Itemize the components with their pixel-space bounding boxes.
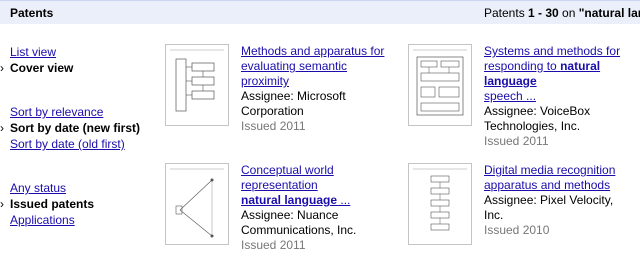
patent-cover-thumbnail[interactable] [408, 44, 472, 126]
selected-marker-icon: › [0, 197, 4, 211]
patent-title-link[interactable]: Conceptual world representation natural l… [241, 163, 350, 207]
option-sort-date-old: Sort by date (old first) [10, 136, 150, 152]
patent-cover-thumbnail[interactable] [165, 163, 229, 245]
patent-drawing-icon [413, 168, 467, 231]
patent-drawing-icon [170, 49, 224, 112]
option-sort-date-new: › Sort by date (new first) [0, 120, 150, 136]
patent-issued-date: Issued 2011 [241, 119, 306, 133]
selected-marker-icon: › [0, 121, 4, 135]
results-count: Patents 1 - 30 on "natural langua [484, 6, 640, 20]
patent-title-link[interactable]: Digital media recognition apparatus and m… [484, 163, 615, 192]
results-header-bar: Patents Patents 1 - 30 on "natural langu… [0, 0, 640, 24]
option-applications: Applications [10, 212, 150, 228]
patent-title-link[interactable]: Methods and apparatus for evaluating sema… [241, 44, 384, 88]
option-sort-relevance: Sort by relevance [10, 104, 150, 120]
patent-assignee: Assignee: Pixel Velocity, Inc. [484, 193, 614, 222]
view-options: List view › Cover view [0, 44, 150, 76]
page-title: Patents [10, 6, 54, 20]
patent-issued-date: Issued 2011 [484, 134, 549, 148]
option-any-status: Any status [10, 180, 150, 196]
patent-info: Conceptual world representation natural l… [241, 163, 391, 253]
option-cover-view: › Cover view [0, 60, 150, 76]
patent-info: Systems and methods for responding to nat… [484, 44, 634, 149]
patent-cover-thumbnail[interactable] [408, 163, 472, 245]
option-list-view: List view [10, 44, 150, 60]
patent-assignee: Assignee: VoiceBox Technologies, Inc. [484, 104, 591, 133]
option-issued-patents: › Issued patents [0, 196, 150, 212]
patent-drawing-icon [413, 49, 467, 116]
patent-title-link[interactable]: Systems and methods for responding to nat… [484, 44, 620, 103]
issued-patents-selected: Issued patents [10, 197, 95, 211]
status-options: Any status › Issued patents Applications [0, 180, 150, 228]
patent-info: Methods and apparatus for evaluating sema… [241, 44, 391, 134]
patent-issued-date: Issued 2010 [484, 223, 550, 237]
list-view-link[interactable]: List view [10, 45, 56, 59]
sort-date-new-selected: Sort by date (new first) [10, 121, 141, 135]
patent-info: Digital media recognition apparatus and m… [484, 163, 634, 238]
any-status-link[interactable]: Any status [10, 181, 66, 195]
sort-date-old-link[interactable]: Sort by date (old first) [10, 137, 125, 151]
patent-drawing-icon [170, 168, 224, 238]
patent-cover-thumbnail[interactable] [165, 44, 229, 126]
cover-view-selected: Cover view [10, 61, 74, 75]
sort-options: Sort by relevance › Sort by date (new fir… [0, 104, 150, 152]
patent-issued-date: Issued 2011 [241, 238, 306, 252]
patent-assignee: Assignee: Microsoft Corporation [241, 89, 346, 118]
patent-assignee: Assignee: Nuance Communications, Inc. [241, 208, 357, 237]
filter-sidebar: List view › Cover view Sort by relevance … [0, 44, 150, 256]
applications-link[interactable]: Applications [10, 213, 75, 227]
sort-relevance-link[interactable]: Sort by relevance [10, 105, 103, 119]
selected-marker-icon: › [0, 61, 4, 75]
